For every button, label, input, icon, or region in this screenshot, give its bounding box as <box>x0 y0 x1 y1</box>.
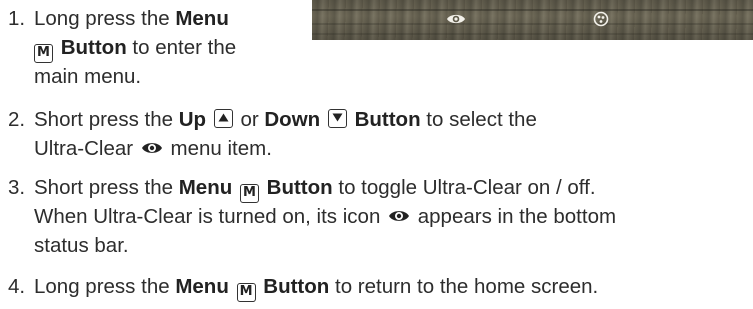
eye-icon <box>447 14 465 24</box>
step-text: to enter the <box>126 36 237 59</box>
up-key-icon <box>213 109 233 128</box>
step-2: 2. Short press the Up or Down Button to … <box>8 105 748 165</box>
step-text: to select the <box>420 108 537 131</box>
step-4: 4. Long press the Menu M Button to retur… <box>8 272 753 302</box>
up-label: Up <box>178 108 207 131</box>
step-text: or <box>234 108 265 131</box>
step-text: When Ultra-Clear is turned on, its icon <box>34 205 387 228</box>
menu-key-icon: M <box>34 44 53 63</box>
step-text: menu item. <box>164 137 272 160</box>
step-text: appears in the bottom <box>412 205 617 228</box>
step-number: 2. <box>8 108 26 131</box>
step-text: to toggle Ultra-Clear on / off. <box>332 176 596 199</box>
step-text: to return to the home screen. <box>329 275 599 298</box>
step-text: Short press the <box>34 176 179 199</box>
device-screen-status-bar <box>312 0 753 40</box>
step-text: status bar. <box>34 234 129 257</box>
step-number: 3. <box>8 176 26 199</box>
step-text: Long press the <box>34 7 176 30</box>
button-label: Button <box>354 108 421 131</box>
shutter-icon <box>593 11 609 27</box>
menu-label: Menu <box>175 7 229 30</box>
step-1: 1. Long press the Menu M Button to enter… <box>8 4 308 94</box>
step-text: Short press the <box>34 108 179 131</box>
ultra-clear-eye-icon <box>389 211 410 221</box>
down-label: Down <box>264 108 321 131</box>
step-3: 3. Short press the Menu M Button to togg… <box>8 173 753 263</box>
ultra-clear-eye-icon <box>141 143 162 153</box>
step-number: 4. <box>8 275 26 298</box>
menu-label: Menu <box>175 275 229 298</box>
button-label: Button <box>60 36 127 59</box>
button-label: Button <box>266 176 333 199</box>
step-text: Long press the <box>34 275 176 298</box>
menu-label: Menu <box>178 176 233 199</box>
menu-key-icon: M <box>239 184 259 203</box>
step-text: Ultra-Clear <box>34 137 139 160</box>
menu-key-icon: M <box>236 283 256 302</box>
step-number: 1. <box>8 7 26 30</box>
button-label: Button <box>263 275 330 298</box>
down-key-icon <box>327 109 347 128</box>
step-text: main menu. <box>34 65 142 88</box>
